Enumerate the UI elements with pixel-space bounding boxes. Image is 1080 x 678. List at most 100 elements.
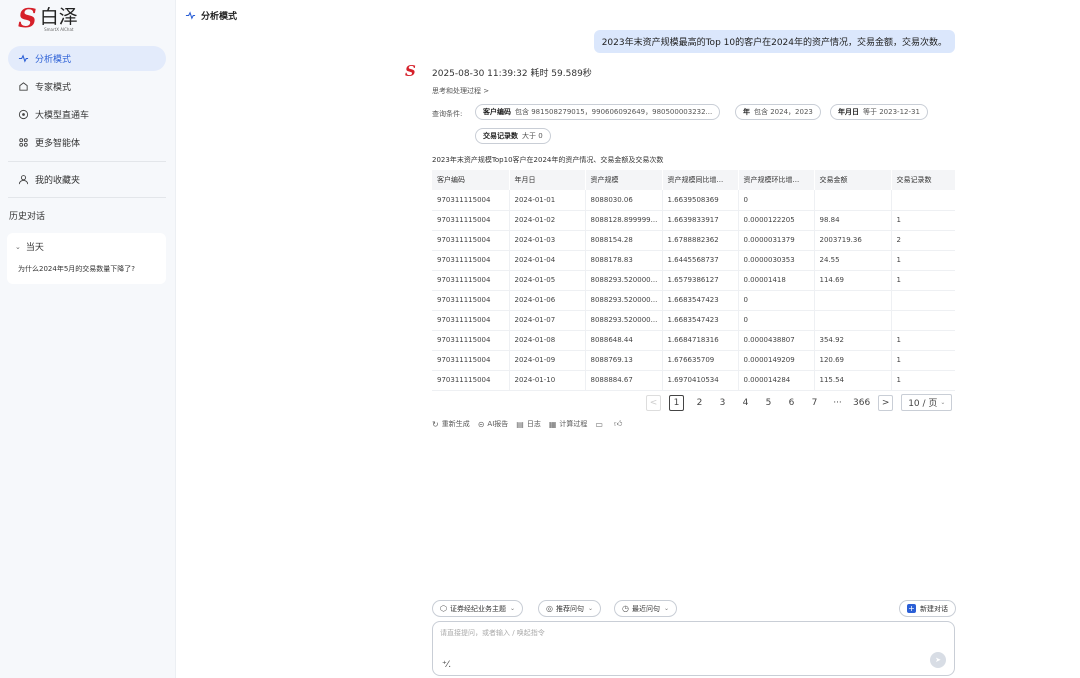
page-size-value: 10 / 页 xyxy=(908,399,938,409)
next-page-button[interactable]: > xyxy=(878,394,894,411)
regenerate-button[interactable]: ↻ 重新生成 xyxy=(432,419,470,429)
send-button[interactable]: ➤ xyxy=(930,652,946,668)
table-row: 970311115004 2024-01-04 8088178.83 1.644556… xyxy=(432,250,955,271)
page-title-text: 分析模式 xyxy=(201,12,238,22)
page-title: 分析模式 xyxy=(185,9,237,22)
bot-avatar: S xyxy=(405,62,416,80)
column-header[interactable]: 资产规模环比增... xyxy=(738,170,815,190)
pill-label: 推荐问句 xyxy=(555,604,584,613)
sidebar-item-expert[interactable]: 专家模式 xyxy=(8,74,166,99)
new-chat-button[interactable]: + 新建对话 xyxy=(899,600,956,617)
table-cell xyxy=(891,190,955,211)
chat-input[interactable] xyxy=(440,628,920,644)
column-header[interactable]: 客户编码 xyxy=(432,170,510,190)
page-button[interactable]: 6 xyxy=(784,395,799,411)
table-cell: 0 xyxy=(738,290,815,311)
column-header[interactable]: 资产规模同比增... xyxy=(662,170,739,190)
recent-questions-select[interactable]: ◷ 最近问句 ⌄ xyxy=(614,600,678,617)
table-cell: 8088128.899999... xyxy=(585,210,663,231)
table-row: 970311115004 2024-01-09 8088769.13 1.676635… xyxy=(432,350,955,371)
table-cell: 0.000014284 xyxy=(738,370,815,391)
magic-wand-icon[interactable]: ⁺⁄. xyxy=(442,660,451,670)
ai-report-button[interactable]: ⊝ AI报告 xyxy=(478,419,509,429)
filter-chip-date[interactable]: 年月日 等于 2023-12-31 xyxy=(830,104,928,120)
filter-chip-year[interactable]: 年 包含 2024，2023 xyxy=(735,104,821,120)
suggested-questions-select[interactable]: ◎ 推荐问句 ⌄ xyxy=(538,600,602,617)
table-cell: 1 xyxy=(891,270,955,291)
table-row: 970311115004 2024-01-08 8088648.44 1.668471… xyxy=(432,330,955,351)
filter-chip-customer[interactable]: 客户编码 包含 981508279015，990606092649，980500… xyxy=(475,104,721,120)
table-cell: 354.92 xyxy=(814,330,892,351)
history-day-toggle[interactable]: ⌄ 当天 xyxy=(15,240,44,254)
filter-chip-trade-count[interactable]: 交易记录数 大于 0 xyxy=(475,128,551,144)
history-item[interactable]: 为什么2024年5月的交易数量下降了? xyxy=(18,264,135,274)
table-cell: 24.55 xyxy=(814,250,892,271)
table-cell: 0.0000149209 xyxy=(738,350,815,371)
model-icon xyxy=(17,109,29,121)
table-cell: 2024-01-05 xyxy=(509,270,586,291)
table-cell: 970311115004 xyxy=(432,190,510,211)
table-cell xyxy=(814,290,892,311)
table-cell: 8088648.44 xyxy=(585,330,663,351)
table-cell: 970311115004 xyxy=(432,330,510,351)
sidebar-item-analysis[interactable]: 分析模式 xyxy=(8,46,166,71)
sidebar-item-favorites[interactable]: 我的收藏夹 xyxy=(8,167,166,192)
log-button[interactable]: ▤ 日志 xyxy=(516,419,541,429)
sidebar-item-label: 更多智能体 xyxy=(35,139,81,149)
column-header[interactable]: 年月日 xyxy=(509,170,586,190)
history-day-label: 当天 xyxy=(25,243,44,253)
table-row: 970311115004 2024-01-02 8088128.899999... 1… xyxy=(432,210,955,231)
table-cell: 1 xyxy=(891,370,955,391)
page-button[interactable]: 7 xyxy=(807,395,822,411)
calc-process-button[interactable]: ▦ 计算过程 xyxy=(549,419,588,429)
table-cell: 1.6683547423 xyxy=(662,290,739,311)
table-cell: 2024-01-06 xyxy=(509,290,586,311)
think-process-link[interactable]: 思考和处理过程 > xyxy=(432,86,489,96)
comment-button[interactable]: ▭ xyxy=(595,420,606,429)
table-cell: 98.84 xyxy=(814,210,892,231)
send-icon: ➤ xyxy=(935,656,941,664)
pill-label: 最近问句 xyxy=(631,604,660,613)
refresh-icon: ↻ xyxy=(432,419,439,429)
table-cell: 970311115004 xyxy=(432,230,510,251)
column-header[interactable]: 交易记录数 xyxy=(891,170,956,190)
chevron-down-icon: ⌄ xyxy=(15,242,21,251)
page-button[interactable]: 5 xyxy=(761,395,776,411)
page-button[interactable]: 3 xyxy=(715,395,730,411)
report-icon: ⊝ xyxy=(477,419,485,429)
table-cell: 1.6970410534 xyxy=(662,370,739,391)
page-ellipsis[interactable]: ··· xyxy=(830,395,845,411)
sidebar-item-model[interactable]: 大模型直通车 xyxy=(8,102,166,127)
table-cell: 970311115004 xyxy=(432,290,510,311)
action-label: 日志 xyxy=(526,420,541,428)
chevron-down-icon: ⌄ xyxy=(940,399,946,406)
table-cell: 1.676635709 xyxy=(662,350,739,371)
column-header[interactable]: 交易金额 xyxy=(814,170,892,190)
table-row: 970311115004 2024-01-01 8088030.06 1.663950… xyxy=(432,190,955,211)
page-button[interactable]: 4 xyxy=(738,395,753,411)
table-cell: 970311115004 xyxy=(432,270,510,291)
table-cell: 115.54 xyxy=(814,370,892,391)
chip-value: 包含 2024，2023 xyxy=(754,108,813,116)
column-header[interactable]: 资产规模 xyxy=(585,170,663,190)
page-button[interactable]: 1 xyxy=(669,394,684,411)
table-cell: 8088293.520000... xyxy=(585,290,663,311)
topic-select[interactable]: ⬡ 证券经纪业务主题 ⌄ xyxy=(432,600,524,617)
table-cell: 2003719.36 xyxy=(814,230,892,251)
apps-icon xyxy=(17,137,29,149)
table-row: 970311115004 2024-01-10 8088884.67 1.697041… xyxy=(432,370,955,391)
like-button[interactable]: 👍︎ xyxy=(614,419,625,429)
page-size-select[interactable]: 10 / 页 ⌄ xyxy=(901,394,953,411)
chevron-down-icon: ⌄ xyxy=(663,605,670,612)
prev-page-button[interactable]: < xyxy=(646,394,661,411)
sidebar-item-more-agents[interactable]: 更多智能体 xyxy=(8,130,166,155)
page-button[interactable]: 2 xyxy=(692,395,707,411)
brand-logo[interactable]: S 白泽 SmartX AIChat xyxy=(18,6,78,32)
chat-input-box: ⁺⁄. ➤ xyxy=(432,621,955,676)
table-cell: 2024-01-02 xyxy=(509,210,586,231)
page-button[interactable]: 366 xyxy=(853,395,870,411)
table-cell: 8088293.520000... xyxy=(585,270,663,291)
sidebar-divider xyxy=(8,197,166,198)
logo-mark: S xyxy=(18,4,37,34)
table-cell: 8088178.83 xyxy=(585,250,663,271)
